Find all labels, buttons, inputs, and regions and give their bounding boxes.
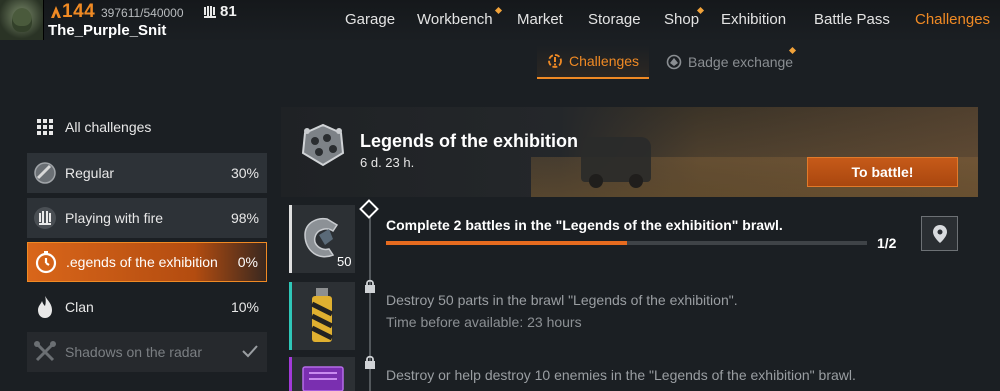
map-pin-icon bbox=[932, 224, 947, 243]
nav-challenges[interactable]: Challenges bbox=[915, 11, 990, 28]
task-description: Destroy or help destroy 10 enemies in th… bbox=[386, 367, 856, 383]
checkmark-icon bbox=[241, 344, 259, 361]
player-name: The_Purple_Snit bbox=[48, 22, 167, 39]
lock-icon bbox=[362, 354, 377, 369]
task-rarity-stripe bbox=[289, 205, 292, 273]
challenge-emblem-icon bbox=[297, 121, 349, 171]
banner-vehicle-image bbox=[581, 137, 651, 188]
stopwatch-icon bbox=[32, 248, 60, 276]
tab-badge-exchange-label: Badge exchange bbox=[688, 54, 794, 70]
task-progress-fill bbox=[386, 241, 627, 245]
prestige-level: 81 bbox=[220, 3, 237, 20]
task-reward-thumbnail[interactable]: 50 bbox=[289, 205, 355, 273]
challenge-title: Legends of the exhibition bbox=[360, 131, 579, 151]
playing-with-fire-icon bbox=[31, 204, 59, 232]
nav-workbench[interactable]: Workbench bbox=[417, 11, 493, 28]
map-marker-button[interactable] bbox=[921, 216, 958, 251]
challenges-tab-icon bbox=[547, 53, 563, 69]
task-rarity-stripe bbox=[289, 357, 292, 391]
sidebar-item-all-challenges[interactable]: All challenges bbox=[27, 107, 267, 147]
tab-badge-exchange[interactable]: Badge exchange bbox=[656, 45, 803, 79]
reward-part-icon bbox=[304, 217, 339, 258]
nav-shop[interactable]: Shop bbox=[664, 11, 699, 28]
tab-challenges-label: Challenges bbox=[569, 53, 640, 69]
sidebar-item-clan[interactable]: Clan 10% bbox=[27, 287, 267, 327]
notification-dot-icon bbox=[494, 6, 503, 15]
task-reward-amount: 50 bbox=[337, 254, 352, 269]
task-description: Complete 2 battles in the "Legends of th… bbox=[386, 217, 783, 233]
prestige-icon bbox=[202, 4, 218, 20]
player-xp: 397611/540000 bbox=[101, 6, 184, 20]
reward-canister-icon bbox=[310, 288, 334, 342]
sidebar-item-percent: 10% bbox=[230, 299, 259, 315]
to-battle-button[interactable]: To battle! bbox=[807, 157, 958, 187]
player-avatar[interactable] bbox=[0, 0, 44, 40]
sidebar-item-legends-of-the-exhibition[interactable]: .egends of the exhibition 0% bbox=[27, 242, 267, 282]
sidebar-item-label: .egends of the exhibition bbox=[66, 254, 218, 270]
reward-container-icon bbox=[302, 366, 344, 391]
sidebar-item-percent: 98% bbox=[230, 210, 259, 226]
sidebar-item-percent: 30% bbox=[230, 165, 259, 181]
nav-market[interactable]: Market bbox=[517, 11, 563, 28]
task-progress-bar bbox=[386, 241, 867, 245]
tab-challenges[interactable]: Challenges bbox=[537, 45, 650, 79]
task-description: Destroy 50 parts in the brawl "Legends o… bbox=[386, 292, 738, 308]
badge-exchange-icon bbox=[666, 54, 682, 70]
nav-storage[interactable]: Storage bbox=[588, 11, 641, 28]
task-active-node-icon bbox=[359, 199, 379, 219]
flame-icon bbox=[31, 293, 59, 321]
player-level: 144 bbox=[62, 1, 96, 22]
nav-exhibition[interactable]: Exhibition bbox=[721, 11, 786, 28]
level-icon bbox=[49, 4, 63, 20]
task-progress-text: 1/2 bbox=[877, 235, 897, 251]
sidebar-item-label: Shadows on the radar bbox=[65, 344, 202, 360]
task-reward-thumbnail[interactable] bbox=[289, 282, 355, 350]
top-bar: 144 397611/540000 81 The_Purple_Snit Gar… bbox=[0, 0, 1000, 42]
regular-icon bbox=[31, 159, 59, 187]
sidebar-item-shadows-on-the-radar[interactable]: Shadows on the radar bbox=[27, 332, 267, 372]
nav-battle-pass[interactable]: Battle Pass bbox=[814, 11, 890, 28]
nav-garage[interactable]: Garage bbox=[345, 11, 395, 28]
lock-icon bbox=[362, 278, 377, 293]
task-rarity-stripe bbox=[289, 282, 292, 350]
grid-icon bbox=[31, 113, 59, 141]
crossed-wrenches-icon bbox=[31, 338, 59, 366]
task-availability-time: Time before available: 23 hours bbox=[386, 314, 582, 330]
sidebar-item-playing-with-fire[interactable]: Playing with fire 98% bbox=[27, 198, 267, 238]
challenge-timer: 6 d. 23 h. bbox=[360, 155, 415, 170]
task-reward-thumbnail[interactable] bbox=[289, 357, 355, 391]
sidebar-item-regular[interactable]: Regular 30% bbox=[27, 153, 267, 193]
sidebar-item-percent: 0% bbox=[237, 254, 258, 270]
sidebar-item-label: All challenges bbox=[65, 119, 152, 135]
